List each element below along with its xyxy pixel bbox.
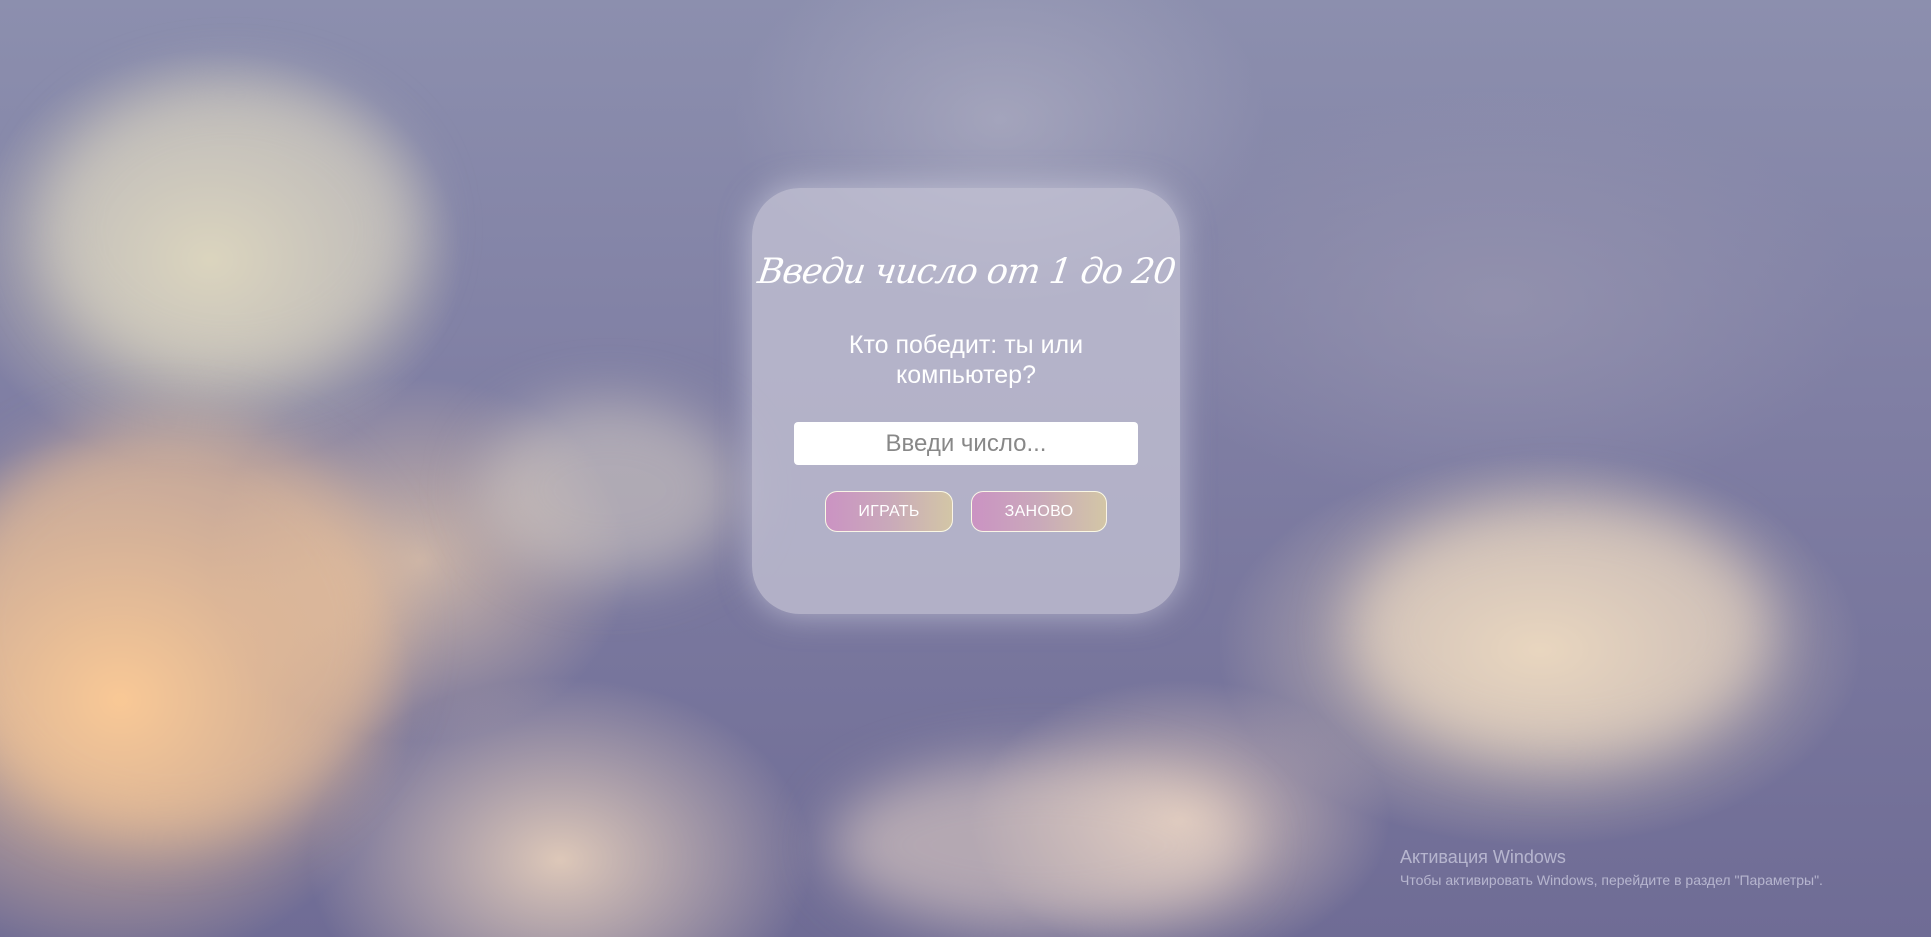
- reset-button[interactable]: ЗАНОВО: [971, 491, 1107, 532]
- cloud-shape: [40, 80, 420, 380]
- play-button[interactable]: ИГРАТЬ: [825, 491, 953, 532]
- watermark-text: Чтобы активировать Windows, перейдите в …: [1400, 872, 1823, 888]
- cloud-shape: [0, 420, 400, 840]
- watermark-title: Активация Windows: [1400, 847, 1566, 867]
- cloud-shape: [480, 400, 740, 580]
- button-group: ИГРАТЬ ЗАНОВО: [825, 491, 1107, 532]
- windows-activation-watermark: Активация Windows Чтобы активировать Win…: [1400, 846, 1823, 890]
- cloud-shape: [830, 760, 1250, 930]
- cloud-shape: [1350, 500, 1770, 760]
- number-input[interactable]: [794, 422, 1138, 465]
- game-title: Введи число от 1 до 20: [754, 252, 1178, 292]
- game-subtitle: Кто победит: ты или компьютер?: [848, 331, 1084, 389]
- game-card: Введи число от 1 до 20 Кто победит: ты и…: [752, 188, 1180, 614]
